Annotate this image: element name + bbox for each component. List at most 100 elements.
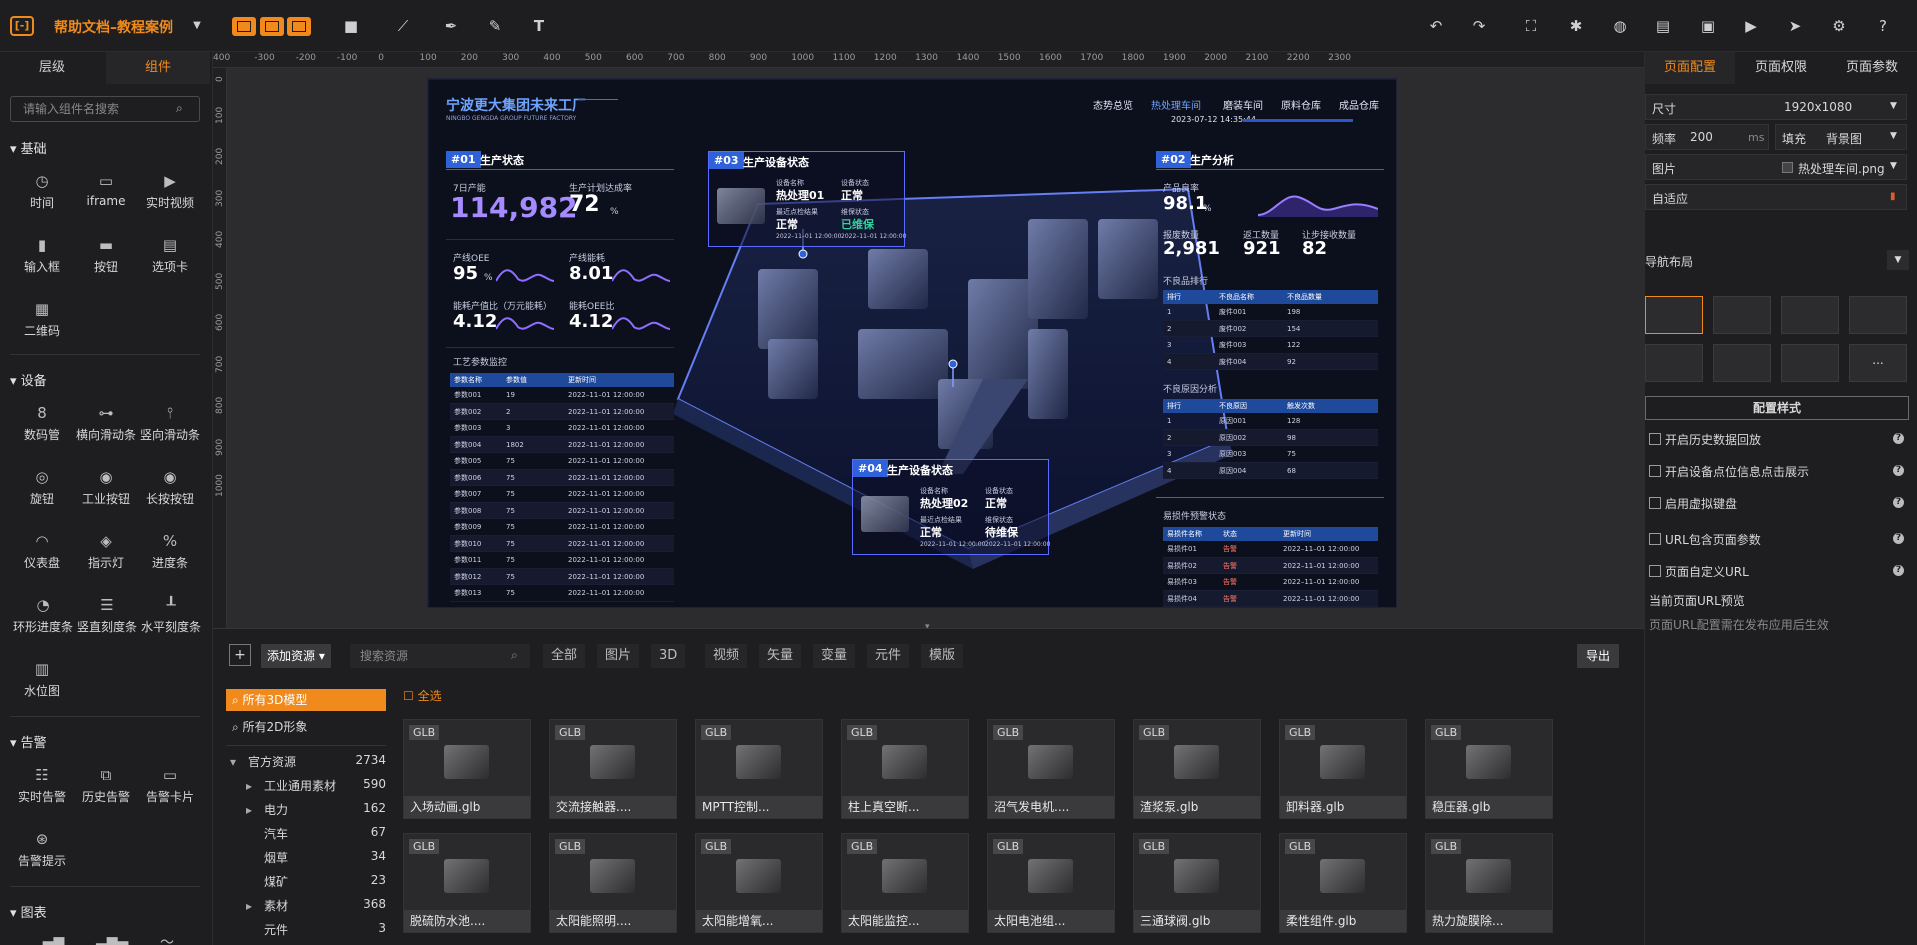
asset-card[interactable]: GLB 渣浆泵.glb: [1133, 719, 1261, 819]
freq-field[interactable]: 频率 200 ms: [1645, 124, 1769, 150]
comp-h-slider[interactable]: ⊶ 横向滑动条: [76, 402, 136, 443]
resource-search-input[interactable]: 搜索资源: [350, 644, 530, 668]
send-icon[interactable]: ➤: [1784, 15, 1806, 37]
filter-template[interactable]: 模版: [921, 644, 964, 668]
filter-3d[interactable]: 3D: [651, 644, 686, 668]
rectangle-tool-icon[interactable]: ■: [340, 15, 362, 37]
filter-element[interactable]: 元件: [867, 644, 910, 668]
tree-item[interactable]: ▸ 电力 162: [246, 801, 386, 818]
select-all-checkbox[interactable]: ☐ 全选: [403, 687, 442, 704]
component-search-input[interactable]: 请输入组件名搜索: [10, 96, 200, 122]
asset-card[interactable]: GLB 卸料器.glb: [1279, 719, 1407, 819]
layout-bottom-icon[interactable]: [287, 17, 311, 36]
help-icon[interactable]: ?: [1893, 497, 1904, 508]
help-icon[interactable]: ?: [1893, 533, 1904, 544]
section-chart[interactable]: ▾ 图表: [10, 902, 47, 921]
option-custom-url[interactable]: 页面自定义URL: [1649, 563, 1749, 580]
asset-card[interactable]: GLB 柔性组件.glb: [1279, 833, 1407, 933]
filter-variable[interactable]: 变量: [813, 644, 856, 668]
comp-indicator[interactable]: ◈ 指示灯: [76, 530, 136, 571]
comp-live-video[interactable]: ▶ 实时视频: [140, 170, 200, 211]
asset-card[interactable]: GLB 太阳能监控...: [841, 833, 969, 933]
comp-qrcode[interactable]: ▦ 二维码: [12, 298, 72, 339]
section-alarm[interactable]: ▾ 告警: [10, 732, 47, 751]
export-button[interactable]: 导出: [1577, 644, 1619, 668]
size-field[interactable]: 尺寸 1920x1080 ▼: [1645, 94, 1907, 120]
add-resource-button[interactable]: 添加资源 ▾: [261, 644, 331, 668]
help-icon[interactable]: ?: [1872, 15, 1894, 37]
comp-history-alarm[interactable]: ⧉ 历史告警: [76, 764, 136, 805]
comp-v-scale[interactable]: ☰ 竖直刻度条: [74, 594, 140, 635]
p03-popup[interactable]: #03 生产设备状态 设备名称 热处理01 设备状态 正常 最近点检结果 正常 …: [708, 151, 906, 247]
asset-card[interactable]: GLB 入场动画.glb: [403, 719, 531, 819]
redo-icon[interactable]: ↷: [1468, 15, 1490, 37]
quick-all-3d[interactable]: ⌕ 所有3D模型: [226, 689, 386, 711]
option-device-point-info[interactable]: 开启设备点位信息点击展示: [1649, 463, 1809, 480]
lock-icon[interactable]: ▮: [1890, 191, 1896, 202]
search-icon[interactable]: ⌕: [511, 648, 518, 663]
help-icon[interactable]: ?: [1893, 433, 1904, 444]
quick-all-2d[interactable]: ⌕ 所有2D形象: [232, 718, 307, 735]
asset-card[interactable]: GLB 太阳能增氧...: [695, 833, 823, 933]
section-basic[interactable]: ▾ 基础: [10, 138, 47, 157]
layout-option-4[interactable]: [1849, 296, 1907, 334]
expand-arrow-icon[interactable]: ▸: [246, 803, 260, 817]
document-icon[interactable]: ▤: [1652, 15, 1674, 37]
option-history-playback[interactable]: 开启历史数据回放: [1649, 431, 1761, 448]
section-device[interactable]: ▾ 设备: [10, 370, 47, 389]
option-virtual-keyboard[interactable]: 启用虚拟键盘: [1649, 495, 1737, 512]
dash-nav-overview[interactable]: 态势总览: [1093, 97, 1133, 112]
expand-arrow-icon[interactable]: ▸: [246, 779, 260, 793]
layout-option-7[interactable]: [1781, 344, 1839, 382]
text-tool-icon[interactable]: T: [528, 15, 550, 37]
asset-card[interactable]: GLB 柱上真空断...: [841, 719, 969, 819]
tab-layers[interactable]: 层级: [0, 52, 104, 84]
help-icon[interactable]: ?: [1893, 565, 1904, 576]
comp-long-press[interactable]: ◉ 长按按钮: [140, 466, 200, 507]
asset-card[interactable]: GLB 沼气发电机....: [987, 719, 1115, 819]
comp-live-alarm[interactable]: ☷ 实时告警: [12, 764, 72, 805]
tree-item[interactable]: ▸ 素材 368: [246, 897, 386, 914]
tree-item[interactable]: ▸ 工业通用素材 590: [246, 777, 386, 794]
layout-center-icon[interactable]: [260, 17, 284, 36]
filter-video[interactable]: 视频: [705, 644, 748, 668]
comp-industrial-button[interactable]: ◉ 工业按钮: [76, 466, 136, 507]
dash-nav-heat[interactable]: 热处理车间: [1151, 97, 1201, 112]
bar-chart-icon[interactable]: ▁▃▅: [32, 932, 64, 945]
comp-input[interactable]: ▮ 输入框: [12, 234, 72, 275]
layout-option-6[interactable]: [1713, 344, 1771, 382]
asset-card[interactable]: GLB 三通球阀.glb: [1133, 833, 1261, 933]
tree-item[interactable]: 汽车 67: [246, 825, 386, 842]
chevron-down-icon[interactable]: ▼: [186, 15, 208, 37]
comp-button[interactable]: ▬ 按钮: [76, 234, 136, 275]
option-url-params[interactable]: URL包含页面参数: [1649, 531, 1761, 548]
layout-option-5[interactable]: [1645, 344, 1703, 382]
comp-ring-progress[interactable]: ◔ 环形进度条: [8, 594, 78, 635]
layout-option-3[interactable]: [1781, 296, 1839, 334]
app-title[interactable]: 帮助文档–教程案例: [54, 17, 173, 37]
chevron-down-icon[interactable]: ▼: [1887, 250, 1909, 270]
bug-icon[interactable]: ✱: [1565, 15, 1587, 37]
filter-all[interactable]: 全部: [543, 644, 586, 668]
pen-tool-icon[interactable]: ✒: [440, 15, 462, 37]
config-style-button[interactable]: 配置样式: [1645, 396, 1909, 420]
asset-card[interactable]: GLB 太阳电池组...: [987, 833, 1115, 933]
dash-nav-finished[interactable]: 成品仓库: [1339, 97, 1379, 112]
comp-knob[interactable]: ◎ 旋钮: [12, 466, 72, 507]
help-icon[interactable]: ?: [1893, 465, 1904, 476]
gear-icon[interactable]: ⚙: [1828, 15, 1850, 37]
tree-item[interactable]: ▾ 官方资源 2734: [230, 753, 386, 770]
comp-water-level[interactable]: ▥ 水位图: [12, 658, 72, 699]
layout-more[interactable]: ...: [1849, 344, 1907, 382]
layout-option-1[interactable]: [1645, 296, 1703, 334]
tab-page-permission[interactable]: 页面权限: [1735, 52, 1827, 84]
tab-page-config[interactable]: 页面配置: [1645, 52, 1735, 84]
adaptive-field[interactable]: 自适应 ▮: [1645, 184, 1907, 210]
undo-icon[interactable]: ↶: [1425, 15, 1447, 37]
dash-nav-grind[interactable]: 磨装车间: [1223, 97, 1263, 112]
tab-components[interactable]: 组件: [106, 52, 210, 84]
tree-item[interactable]: 元件 3: [246, 921, 386, 938]
asset-card[interactable]: GLB 稳压器.glb: [1425, 719, 1553, 819]
asset-card[interactable]: GLB 交流接触器....: [549, 719, 677, 819]
comp-v-slider[interactable]: ⫯ 竖向滑动条: [140, 402, 200, 443]
